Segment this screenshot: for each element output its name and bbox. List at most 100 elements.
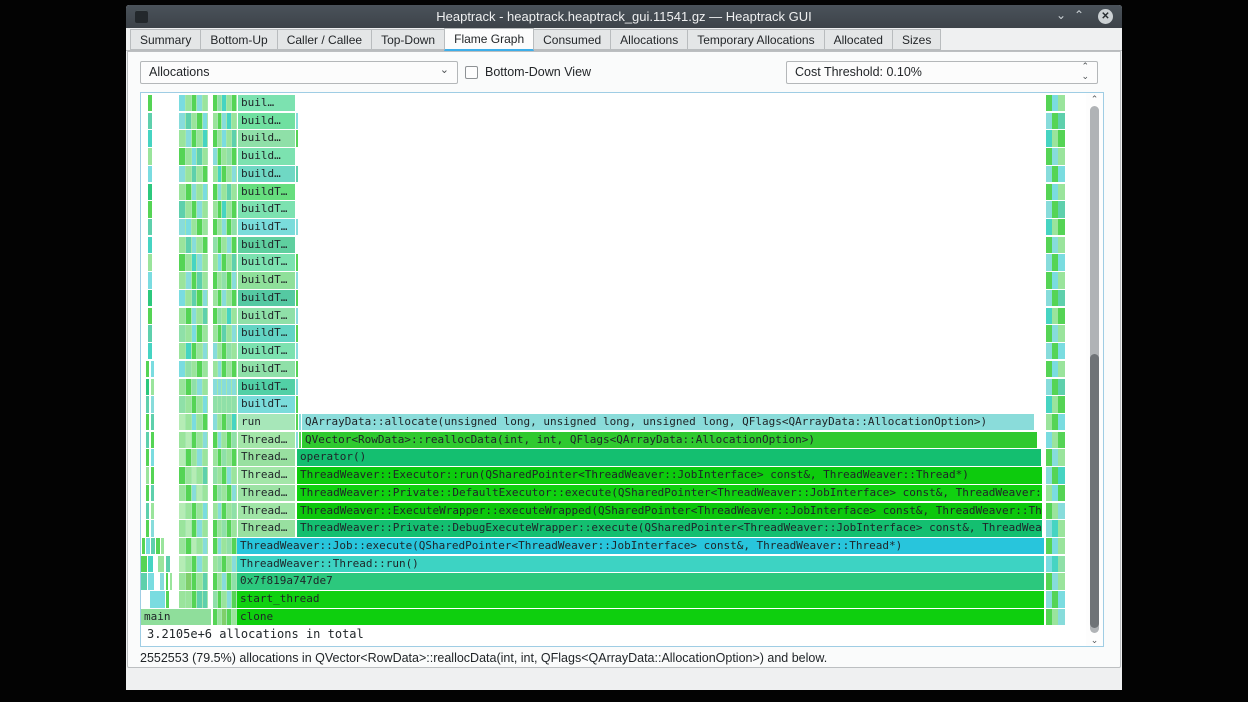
flame-stripe[interactable]: [213, 307, 217, 325]
flame-stripe[interactable]: [218, 254, 221, 271]
flame-stripe[interactable]: [192, 307, 196, 325]
flame-stripe[interactable]: [186, 254, 191, 271]
flame-stripe[interactable]: [213, 396, 217, 413]
tab-allocated[interactable]: Allocated: [823, 29, 893, 50]
flame-stripe[interactable]: [203, 378, 207, 395]
flame-stripe[interactable]: [232, 591, 236, 608]
flame-stripe[interactable]: [232, 130, 236, 147]
flame-stripe[interactable]: [146, 520, 149, 537]
flame-stripe[interactable]: [179, 396, 185, 413]
flame-block[interactable]: ThreadWeaver::Job::execute(QSharedPointe…: [237, 538, 1044, 555]
flame-stripe[interactable]: [213, 272, 217, 289]
flame-stripe[interactable]: [203, 520, 207, 537]
flame-stripe[interactable]: [232, 112, 236, 130]
flame-stripe[interactable]: [227, 325, 231, 342]
flame-stripe[interactable]: [197, 165, 202, 183]
flame-stripe[interactable]: [197, 484, 202, 502]
flame-stripe[interactable]: [232, 236, 236, 254]
flame-stripe[interactable]: [146, 449, 149, 466]
flame-stripe[interactable]: [296, 130, 298, 147]
flame-stripe[interactable]: [166, 591, 169, 608]
flame-stripe[interactable]: [218, 148, 221, 165]
flame-stripe[interactable]: [186, 538, 191, 555]
flame-block[interactable]: main: [141, 608, 211, 626]
flame-stripe[interactable]: [186, 148, 191, 165]
flame-stripe[interactable]: [222, 573, 226, 590]
flame-stripe[interactable]: [218, 165, 221, 183]
flame-stripe[interactable]: [197, 307, 202, 325]
flame-stripe[interactable]: [203, 325, 207, 342]
flame-stripe[interactable]: [218, 591, 221, 608]
flame-stripe[interactable]: [1058, 396, 1065, 413]
flame-stripe[interactable]: [213, 343, 217, 360]
flame-stripe[interactable]: [197, 148, 202, 165]
flame-stripe[interactable]: [151, 413, 154, 431]
flame-stripe[interactable]: [232, 538, 236, 555]
flame-block[interactable]: build…: [238, 148, 295, 165]
flame-stripe[interactable]: [296, 219, 298, 236]
flame-stripe[interactable]: [186, 201, 191, 218]
flame-stripe[interactable]: [179, 431, 185, 449]
flame-stripe[interactable]: [218, 130, 221, 147]
flame-stripe[interactable]: [213, 112, 217, 130]
flame-stripe[interactable]: [222, 378, 226, 395]
flame-stripe[interactable]: [141, 573, 147, 590]
flame-stripe[interactable]: [197, 573, 202, 590]
flame-stripe[interactable]: [192, 378, 196, 395]
flame-stripe[interactable]: [148, 272, 152, 289]
flame-stripe[interactable]: [227, 219, 231, 236]
flame-stripe[interactable]: [197, 520, 202, 537]
flame-stripe[interactable]: [232, 343, 236, 360]
bottom-down-checkbox[interactable]: [465, 66, 478, 79]
close-button[interactable]: ✕: [1098, 9, 1113, 24]
flame-stripe[interactable]: [203, 484, 207, 502]
flame-stripe[interactable]: [192, 95, 196, 112]
flame-stripe[interactable]: [148, 148, 152, 165]
flame-stripe[interactable]: [151, 360, 154, 378]
flame-stripe[interactable]: [227, 449, 231, 466]
flame-stripe[interactable]: [213, 148, 217, 165]
flame-stripe[interactable]: [232, 325, 236, 342]
flame-stripe[interactable]: [197, 591, 202, 608]
flame-block[interactable]: clone: [237, 608, 1044, 626]
flame-block[interactable]: 0x7f819a747de7: [237, 573, 1044, 590]
flame-stripe[interactable]: [222, 236, 226, 254]
maximize-button[interactable]: ⌃: [1070, 5, 1088, 28]
flame-stripe[interactable]: [227, 289, 231, 307]
flame-stripe[interactable]: [1058, 201, 1065, 218]
flame-stripe[interactable]: [197, 467, 202, 484]
flame-stripe[interactable]: [232, 201, 236, 218]
flame-stripe[interactable]: [296, 112, 298, 130]
flame-stripe[interactable]: [203, 307, 207, 325]
flame-stripe[interactable]: [222, 396, 226, 413]
flame-stripe[interactable]: [186, 360, 191, 378]
flame-stripe[interactable]: [218, 555, 221, 573]
flame-stripe[interactable]: [213, 520, 217, 537]
flame-stripe[interactable]: [203, 467, 207, 484]
flame-stripe[interactable]: [146, 413, 149, 431]
flame-stripe[interactable]: [232, 484, 236, 502]
flame-stripe[interactable]: [296, 254, 298, 271]
flame-stripe[interactable]: [296, 343, 298, 360]
flame-stripe[interactable]: [148, 219, 152, 236]
flame-stripe[interactable]: [186, 484, 191, 502]
flame-stripe[interactable]: [197, 236, 202, 254]
flame-stripe[interactable]: [227, 343, 231, 360]
flame-stripe[interactable]: [213, 219, 217, 236]
flame-stripe[interactable]: [232, 148, 236, 165]
metric-select[interactable]: Allocations ⌄: [140, 61, 458, 84]
flame-stripe[interactable]: [1058, 343, 1065, 360]
flame-stripe[interactable]: [227, 573, 231, 590]
flame-stripe[interactable]: [227, 431, 231, 449]
flame-stripe[interactable]: [186, 272, 191, 289]
flame-block[interactable]: operator(): [297, 449, 1041, 466]
flame-stripe[interactable]: [148, 165, 152, 183]
flame-stripe[interactable]: [179, 467, 185, 484]
flame-stripe[interactable]: [203, 219, 207, 236]
flame-stripe[interactable]: [227, 608, 231, 626]
scroll-down-icon[interactable]: ⌄: [1086, 634, 1103, 646]
flame-stripe[interactable]: [227, 591, 231, 608]
flame-stripe[interactable]: [179, 289, 185, 307]
flame-stripe[interactable]: [197, 555, 202, 573]
flame-stripe[interactable]: [232, 573, 236, 590]
